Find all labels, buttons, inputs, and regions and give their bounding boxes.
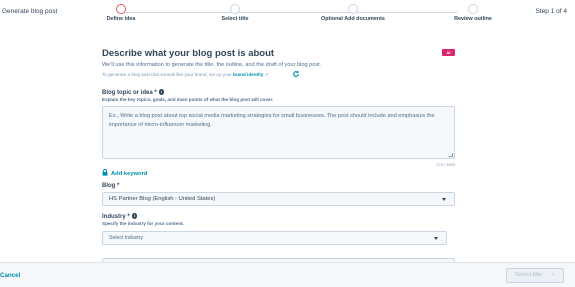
cancel-button[interactable]: Cancel bbox=[0, 272, 20, 279]
panel-description: We'll use this information to generate t… bbox=[102, 62, 322, 68]
industry-label: Industry * i bbox=[102, 213, 138, 220]
stepper-line bbox=[120, 12, 457, 13]
info-icon[interactable]: i bbox=[158, 89, 165, 95]
refresh-icon[interactable] bbox=[292, 70, 300, 78]
topic-label: Blog topic or idea * i bbox=[102, 89, 165, 96]
industry-select-value: Select industry bbox=[109, 235, 144, 241]
app-title: Generate blog post bbox=[2, 8, 58, 15]
add-keyword-label: Add keyword bbox=[111, 171, 148, 177]
brand-hint: To generate a blog post that sounds like… bbox=[102, 72, 269, 78]
character-counter: 173 / 3000 bbox=[436, 162, 455, 167]
industry-help: Specify the industry for your content. bbox=[102, 221, 184, 226]
add-keyword-button[interactable]: Add keyword bbox=[102, 169, 147, 177]
info-icon[interactable]: i bbox=[131, 213, 138, 219]
brand-hint-text: To generate a blog post that sounds like… bbox=[102, 72, 234, 77]
step-label: Optional Add documents bbox=[321, 16, 385, 22]
industry-label-text: Industry * bbox=[102, 214, 130, 220]
blog-select-value: HS Partner Blog (English - United States… bbox=[109, 196, 216, 202]
external-link-icon: ↗ bbox=[264, 72, 269, 77]
industry-select[interactable]: Select industry bbox=[102, 231, 447, 245]
ai-badge: AI bbox=[442, 49, 455, 56]
step-label: Review outline bbox=[454, 16, 492, 22]
resize-handle[interactable] bbox=[449, 153, 453, 157]
step-label: Select title bbox=[221, 16, 249, 22]
step-label: Define idea bbox=[106, 16, 136, 22]
topic-placeholder: Ex., Write a blog post about top social … bbox=[109, 113, 435, 128]
step-circle bbox=[468, 4, 478, 14]
blog-select[interactable]: HS Partner Blog (English - United States… bbox=[102, 192, 455, 206]
chevron-down-icon bbox=[434, 237, 438, 240]
footer-bar: Cancel Select title › bbox=[0, 262, 575, 287]
select-title-label: Select title bbox=[515, 272, 542, 278]
step-circle bbox=[116, 4, 126, 14]
step-count: Step 1 of 4 bbox=[535, 8, 567, 15]
chevron-right-icon: › bbox=[552, 272, 554, 278]
step-add-documents[interactable]: Optional Add documents bbox=[313, 4, 393, 22]
step-circle bbox=[348, 4, 358, 14]
lock-icon bbox=[102, 169, 108, 176]
step-review-outline[interactable]: Review outline bbox=[433, 4, 513, 22]
step-define-idea[interactable]: Define idea bbox=[81, 4, 161, 22]
step-circle bbox=[230, 4, 240, 14]
blog-label: Blog * bbox=[102, 183, 120, 189]
panel-title: Describe what your blog post is about bbox=[102, 48, 275, 59]
chevron-down-icon bbox=[442, 198, 446, 201]
topic-label-text: Blog topic or idea * bbox=[102, 90, 157, 96]
topic-help: Explain the key topics, goals, and main … bbox=[102, 97, 274, 102]
topic-textarea[interactable]: Ex., Write a blog post about top social … bbox=[102, 106, 455, 159]
brand-identity-link[interactable]: brand identity bbox=[233, 72, 263, 77]
select-title-button[interactable]: Select title › bbox=[506, 268, 564, 283]
step-select-title[interactable]: Select title bbox=[195, 4, 275, 22]
